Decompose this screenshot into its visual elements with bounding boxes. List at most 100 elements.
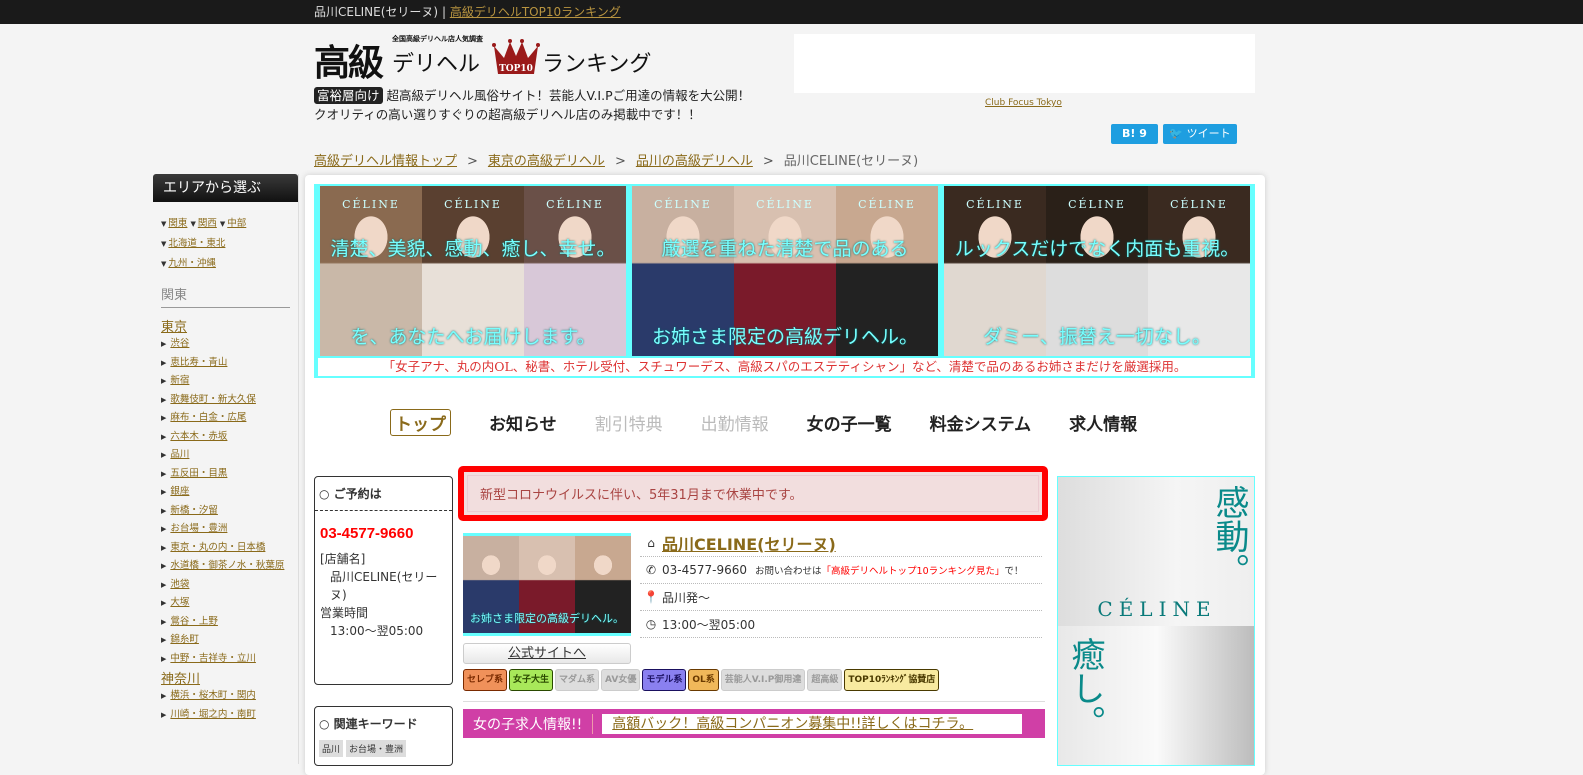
banner-brand: CÉLINE <box>1068 198 1126 211</box>
ad-link[interactable]: Club Focus Tokyo <box>985 98 1062 108</box>
region-chubu[interactable]: 中部 <box>227 218 246 229</box>
breadcrumb-shinagawa[interactable]: 品川の高級デリヘル <box>636 154 753 169</box>
banner-subline: お姉さま限定の高級デリヘル。 <box>651 326 918 348</box>
nav-tab: 出勤情報 <box>700 414 769 435</box>
area-link[interactable]: 大塚 <box>170 597 189 608</box>
area-link[interactable]: 東京・丸の内・日本橋 <box>170 542 265 553</box>
ranking-link[interactable]: 高級デリヘルTOP10ランキング <box>450 5 621 19</box>
shop-tag: 女子大生 <box>509 669 554 691</box>
area-item: ▶ 品川 <box>153 446 298 465</box>
area-item: ▶ 水道橋・御茶ノ水・秋葉原 <box>153 557 298 576</box>
area-link[interactable]: 水道橋・御茶ノ水・秋葉原 <box>170 560 284 571</box>
breadcrumb-tokyo[interactable]: 東京の高級デリヘル <box>488 154 605 169</box>
area-link[interactable]: 六本木・赤坂 <box>170 431 227 442</box>
arrow-right-icon: ▶ <box>161 488 167 496</box>
area-link[interactable]: 渋谷 <box>170 338 189 349</box>
area-item: ▶ 鶯谷・上野 <box>153 613 298 632</box>
banner-panel: CÉLINE CÉLINE CÉLINE 厳選を重ねた清楚で品のある お姉さま限定の高級… <box>632 186 938 356</box>
area-item: ▶ 新宿 <box>153 372 298 391</box>
tweet-button[interactable]: 🐦 ツイート <box>1163 124 1237 144</box>
notice-text: 新型コロナウイルスに伴い、5年31月まで休業中です。 <box>467 475 1039 512</box>
arrow-right-icon: ▶ <box>161 358 167 367</box>
region-kansai[interactable]: 関西 <box>198 218 217 229</box>
shop-area: 品川発～ <box>662 590 711 605</box>
area-item: ▶ 新橋・汐留 <box>153 502 298 521</box>
logo-text-2: ランキング <box>542 52 652 77</box>
area-link[interactable]: 鶯谷・上野 <box>170 616 218 627</box>
area-item: ▶ 五反田・目黒 <box>153 465 298 484</box>
side-ad[interactable]: 感動。 CÉLINE 癒し。 <box>1057 476 1255 766</box>
arrow-right-icon: ▶ <box>161 395 167 404</box>
banner-caption: 「女子アナ、丸の内OL、秘書、ホテル受付、スチュワーデス、高級スパのエステティシ… <box>318 358 1251 376</box>
arrow-right-icon: ▶ <box>161 692 167 700</box>
inquiry-pre: お問い合わせは <box>755 566 822 577</box>
tagline-line1: 超高級デリヘル風俗サイト！芸能人V.I.Pご用達の情報を大公開！ <box>386 88 751 103</box>
area-link[interactable]: 歌舞伎町・新大久保 <box>170 394 256 405</box>
shop-thumbnail[interactable]: お姉さま限定の高級デリヘル。 <box>463 533 631 636</box>
area-link[interactable]: 五反田・目黒 <box>170 468 227 479</box>
shop-value: 品川CELINE(セリーヌ) <box>330 570 438 602</box>
area-link[interactable]: 銀座 <box>170 486 189 497</box>
arrow-right-icon: ▶ <box>161 562 167 570</box>
logo-kanji: 高級 <box>314 42 384 84</box>
nav-tab[interactable]: トップ <box>390 408 451 436</box>
shop-phone[interactable]: 03-4577-9660 <box>662 563 747 577</box>
keyword-tag[interactable]: お台場・豊洲 <box>346 740 407 757</box>
area-link[interactable]: 品川 <box>170 449 189 460</box>
tagline: 富裕層向け 超高級デリヘル風俗サイト！芸能人V.I.Pご用達の情報を大公開！ ク… <box>314 86 750 124</box>
side-ad-text-1: 感動。 <box>1209 485 1249 587</box>
area-link[interactable]: 麻布・白金・広尾 <box>170 412 246 423</box>
keywords-title: ○ 関連キーワード <box>319 717 418 731</box>
nav-tab[interactable]: 料金システム <box>930 410 1032 435</box>
region-hokkaido-tohoku[interactable]: 北海道・東北 <box>168 238 225 249</box>
nav-tab[interactable]: 女の子一覧 <box>807 410 892 435</box>
reservation-phone[interactable]: 03-4577-9660 <box>315 511 452 550</box>
area-item: ▶ お台場・豊洲 <box>153 520 298 539</box>
banner-brand: CÉLINE <box>546 198 604 211</box>
area-link[interactable]: 恵比寿・青山 <box>170 357 227 368</box>
logo-subtitle: 全国高級デリヘル店人気調査 <box>392 35 483 43</box>
top-bar: 品川CELINE(セリーヌ) | 高級デリヘルTOP10ランキング <box>0 0 1583 24</box>
keywords-box: ○ 関連キーワード 品川 お台場・豊洲 <box>314 706 453 766</box>
area-link[interactable]: 横浜・桜木町・関内 <box>170 690 256 701</box>
official-site-link[interactable]: 公式サイトへ <box>508 646 586 661</box>
recruit-label: 女の子求人情報!! <box>463 713 594 734</box>
shop-tag: 超高級 <box>807 669 843 691</box>
area-link[interactable]: 錦糸町 <box>170 634 199 645</box>
side-ad-text-2: 癒し。 <box>1065 637 1105 739</box>
pref-tokyo[interactable]: 東京 <box>161 316 290 335</box>
area-link[interactable]: 川崎・堀之内・南町 <box>170 709 256 720</box>
region-kyushu-okinawa[interactable]: 九州・沖縄 <box>168 258 216 269</box>
breadcrumb-current: 品川CELINE(セリーヌ) <box>783 154 919 169</box>
recruit-link[interactable]: 高額バック！高級コンパニオン募集中!!詳しくはコチラ。 <box>612 716 973 732</box>
area-link[interactable]: 中野・吉祥寺・立川 <box>170 653 256 664</box>
shop-tag: OL系 <box>688 669 719 691</box>
tokyo-area-list: ▶ 渋谷 ▶ 恵比寿・青山 ▶ 新宿 ▶ 歌舞伎町・新大久保 ▶ 麻布・白金・広尾 ▶ 六本木・赤坂 ▶… <box>153 335 298 668</box>
area-link[interactable]: 池袋 <box>170 579 189 590</box>
area-link[interactable]: 新橋・汐留 <box>170 505 218 516</box>
nav-tab[interactable]: お知らせ <box>489 410 557 435</box>
recruit-bar: 女の子求人情報!! 高額バック！高級コンパニオン募集中!!詳しくはコチラ。 <box>463 709 1045 738</box>
area-link[interactable]: お台場・豊洲 <box>170 523 227 534</box>
official-site-button[interactable]: 公式サイトへ <box>463 643 631 664</box>
banner-panel: CÉLINE CÉLINE CÉLINE ルックスだけでなく内面も重視。 ダミー、振替え… <box>944 186 1250 356</box>
pref-kanagawa[interactable]: 神奈川 <box>161 668 290 687</box>
breadcrumb-top[interactable]: 高級デリヘル情報トップ <box>314 154 457 169</box>
category-heading: 関東 <box>161 284 290 308</box>
area-link[interactable]: 新宿 <box>170 375 189 386</box>
shop-hours: 13:00～翌05:00 <box>662 617 756 632</box>
keyword-tag[interactable]: 品川 <box>319 740 344 757</box>
nav-tab[interactable]: 求人情報 <box>1069 410 1137 435</box>
region-kanto[interactable]: 関東 <box>168 218 187 229</box>
ad-banner[interactable] <box>794 34 1255 93</box>
site-logo[interactable]: 高級 全国高級デリヘル店人気調査 デリヘル TOP10 ランキング <box>314 32 654 84</box>
shop-name-link[interactable]: 品川CELINE(セリーヌ) <box>662 531 836 555</box>
shop-banner[interactable]: CÉLINE CÉLINE CÉLINE 清楚、美貌、感動、癒し、幸せ。 を、あなたへお… <box>314 184 1255 378</box>
sidebar-title: エリアから選ぶ <box>153 174 298 202</box>
hatena-bookmark-button[interactable]: B! 9 <box>1111 124 1158 144</box>
logo-text: デリヘル <box>392 52 481 77</box>
banner-headline: 厳選を重ねた清楚で品のある <box>661 238 909 260</box>
arrow-right-icon: ▶ <box>161 340 167 348</box>
shop-nav: トップ お知らせ 割引特典 出勤情報 女の子一覧 料金システム 求人情報 <box>390 407 1190 437</box>
twitter-icon: 🐦 <box>1169 127 1184 140</box>
